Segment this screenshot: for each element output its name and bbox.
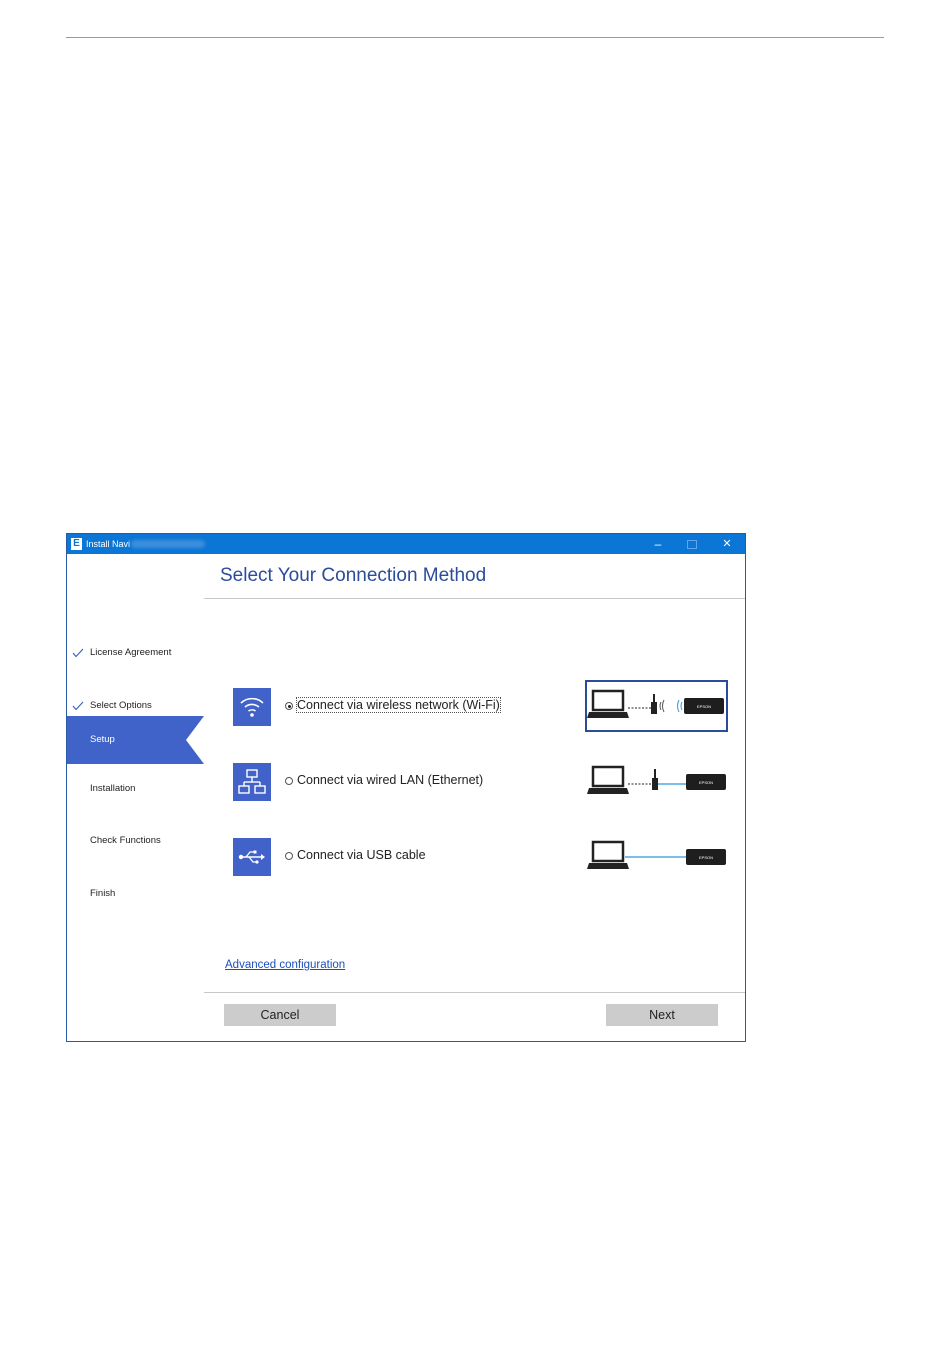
close-button[interactable]: ✕ <box>710 534 744 554</box>
usb-icon <box>233 838 271 876</box>
window-title: Install Navi <box>86 539 131 549</box>
ethernet-option-label[interactable]: Connect via wired LAN (Ethernet) <box>297 773 483 787</box>
step-label: Finish <box>90 888 116 899</box>
printer-brand-label: EPSON <box>699 780 713 785</box>
next-button[interactable]: Next <box>606 1004 718 1026</box>
usb-connection-diagram: EPSON <box>585 831 728 883</box>
app-logo-icon: E <box>71 538 82 550</box>
step-check-functions: Check Functions <box>67 817 204 865</box>
checkmark-icon <box>72 701 84 711</box>
page-title: Select Your Connection Method <box>220 565 487 586</box>
title-divider <box>204 598 745 599</box>
step-label: Setup <box>90 734 115 745</box>
printer-brand-label: EPSON <box>699 855 713 860</box>
step-setup: Setup <box>67 716 204 764</box>
window-title-redacted <box>131 540 205 548</box>
page-top-rule <box>66 37 884 38</box>
usb-option-label[interactable]: Connect via USB cable <box>297 848 426 862</box>
wifi-connection-diagram: EPSON <box>585 680 728 732</box>
usb-radio[interactable] <box>285 852 293 860</box>
active-step-pointer <box>186 716 204 764</box>
step-installation: Installation <box>67 765 204 813</box>
ethernet-connection-diagram: EPSON <box>585 756 728 808</box>
printer-brand-label: EPSON <box>697 704 711 709</box>
advanced-configuration-link[interactable]: Advanced configuration <box>225 959 345 971</box>
step-label: Installation <box>90 783 136 794</box>
wifi-radio[interactable] <box>285 702 293 710</box>
setup-steps-sidebar: License Agreement Select Options Setup I… <box>67 554 204 1041</box>
ethernet-radio[interactable] <box>285 777 293 785</box>
step-label: License Agreement <box>90 647 172 658</box>
maximize-button[interactable] <box>675 534 709 554</box>
checkmark-icon <box>72 648 84 658</box>
minimize-button[interactable]: – <box>641 534 675 554</box>
maximize-icon <box>687 540 697 550</box>
step-label: Check Functions <box>90 835 161 846</box>
network-icon <box>233 763 271 801</box>
cancel-button[interactable]: Cancel <box>224 1004 336 1026</box>
install-navi-window: E Install Navi – ✕ License Agreement Sel… <box>66 533 746 1042</box>
wifi-icon <box>233 688 271 726</box>
title-bar[interactable]: E Install Navi – ✕ <box>67 534 745 554</box>
wifi-option-label[interactable]: Connect via wireless network (Wi-Fi) <box>296 697 501 713</box>
step-finish: Finish <box>67 870 204 918</box>
footer-divider <box>204 992 745 993</box>
step-license-agreement: License Agreement <box>67 629 204 677</box>
